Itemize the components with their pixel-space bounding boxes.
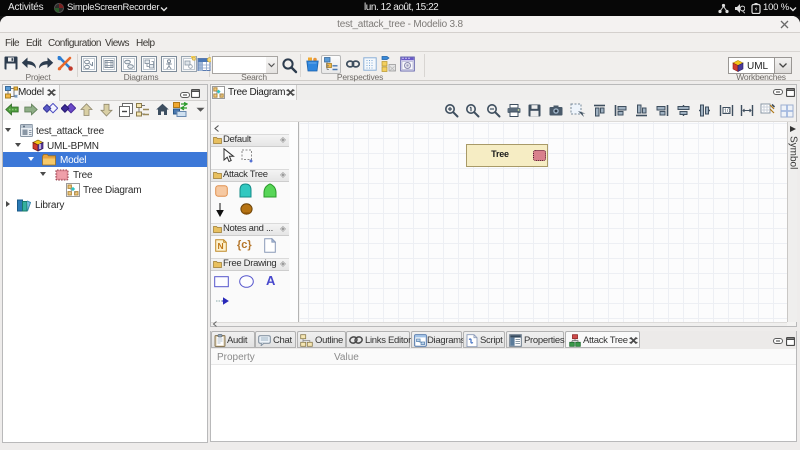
svg-text:N: N — [218, 241, 224, 251]
svg-text:10: 10 — [724, 109, 730, 115]
